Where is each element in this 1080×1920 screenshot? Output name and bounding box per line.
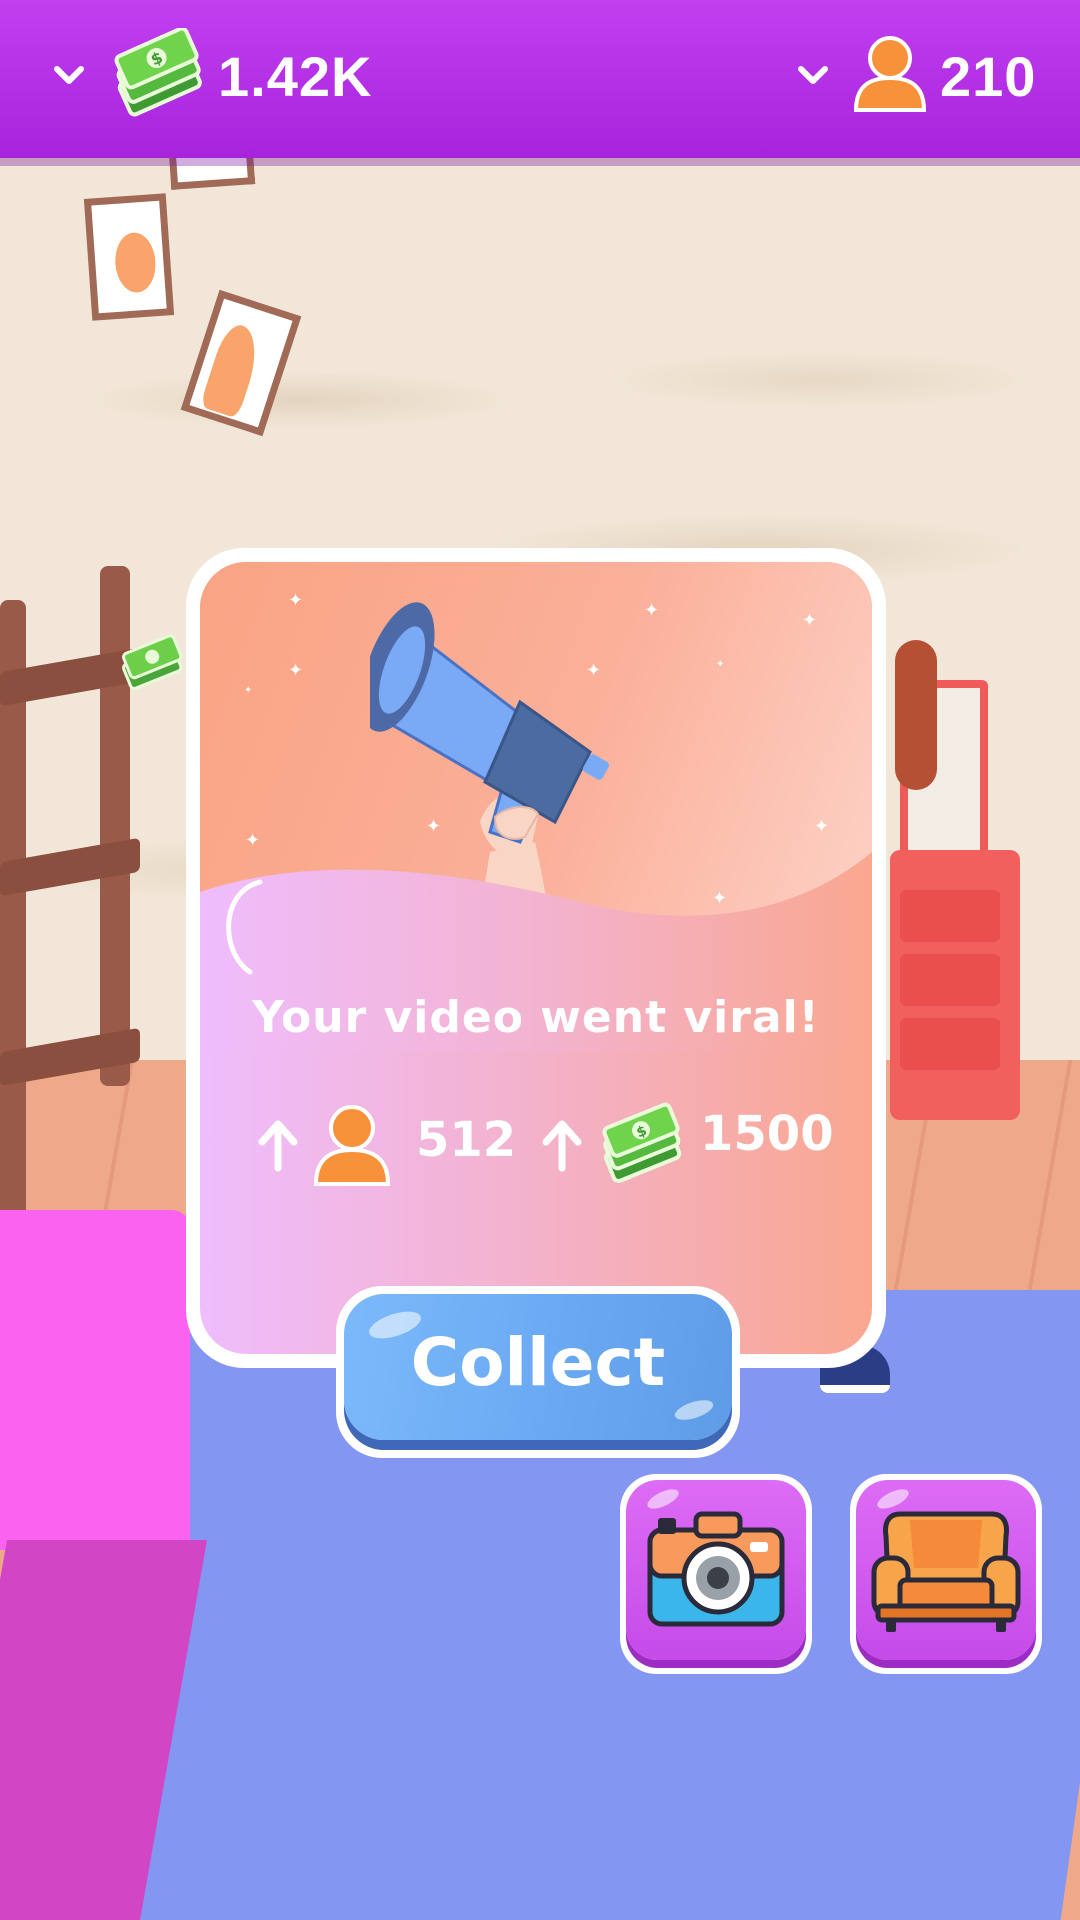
wall-picture-frame xyxy=(83,193,175,321)
bed xyxy=(0,1210,190,1550)
arrow-up-icon xyxy=(542,1120,582,1172)
character xyxy=(895,640,937,790)
cash-gain: 1500 xyxy=(700,1106,834,1162)
furniture-button-face[interactable] xyxy=(856,1480,1036,1660)
sparkle-icon: ✦ xyxy=(814,816,830,837)
cash-stack-icon: $ xyxy=(114,28,202,117)
arrow-up-icon xyxy=(258,1120,298,1172)
collect-button[interactable]: Collect xyxy=(336,1286,740,1458)
top-bar: $ 1.42K 210 xyxy=(0,0,1080,158)
viral-popup: ✦ ✦ ✦ ✦ ✦ ✦ ✦ ✦ ✦ ✦ ✦ ✦ xyxy=(186,548,886,1368)
cash-counter: 1.42K xyxy=(218,45,373,108)
followers-gain: 512 xyxy=(416,1112,517,1168)
sparkle-icon: ✦ xyxy=(288,660,304,681)
chevron-down-icon[interactable] xyxy=(796,58,830,92)
sparkle-icon: ✦ xyxy=(288,590,304,611)
sparkle-icon: ✦ xyxy=(244,685,253,696)
camera-button[interactable] xyxy=(620,1474,812,1674)
chevron-down-icon[interactable] xyxy=(52,58,86,92)
collect-button-face[interactable]: Collect xyxy=(344,1294,732,1440)
sparkle-icon: ✦ xyxy=(802,610,818,631)
cash-stack-icon: $ xyxy=(602,1102,682,1183)
sparkle-icon: ✦ xyxy=(716,659,725,670)
person-icon xyxy=(853,36,927,112)
cash-stack-icon[interactable] xyxy=(118,632,188,696)
viral-popup-panel: ✦ ✦ ✦ ✦ ✦ ✦ ✦ ✦ ✦ ✦ ✦ ✦ xyxy=(200,562,872,1354)
viral-headline: Your video went viral! xyxy=(252,992,820,1043)
furniture-button[interactable] xyxy=(850,1474,1042,1674)
sparkle-icon: ✦ xyxy=(245,830,261,851)
camera-icon xyxy=(647,1511,785,1627)
armchair-icon xyxy=(871,1511,1021,1632)
collect-button-label: Collect xyxy=(410,1324,666,1401)
dresser xyxy=(890,850,1020,1120)
camera-button-face[interactable] xyxy=(626,1480,806,1660)
person-icon xyxy=(313,1105,391,1186)
reward-row: 512 $ 1500 xyxy=(200,1102,872,1192)
followers-counter: 210 xyxy=(940,45,1037,108)
